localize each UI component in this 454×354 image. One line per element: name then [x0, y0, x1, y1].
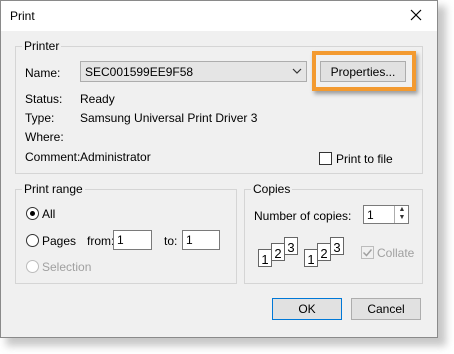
spin-up-icon[interactable]: ▲ [395, 206, 409, 214]
type-value: Samsung Universal Print Driver 3 [80, 111, 258, 125]
print-to-file-label: Print to file [336, 152, 393, 166]
checkmark-icon [362, 249, 373, 257]
printer-name-value: SEC001599EE9F58 [85, 65, 194, 79]
print-range-group-label: Print range [22, 182, 85, 196]
page-number: 1 [307, 252, 315, 267]
page-number: 3 [333, 240, 341, 255]
to-label: to: [164, 234, 178, 248]
copies-spinner[interactable]: ▲ ▼ [394, 206, 409, 223]
print-to-file-checkbox[interactable] [319, 152, 332, 165]
chevron-down-icon [292, 68, 302, 74]
print-dialog: Print Printer Name: SEC001599EE9F58 Prop… [0, 0, 438, 338]
page-number: 2 [320, 246, 328, 261]
where-label: Where: [25, 130, 64, 144]
window-title: Print [10, 9, 35, 23]
cancel-button[interactable]: Cancel [351, 298, 421, 320]
highlight-box [312, 51, 416, 91]
selection-radio[interactable] [26, 260, 39, 273]
from-value: 1 [117, 233, 124, 247]
ok-button-label: OK [298, 302, 316, 316]
selection-label: Selection [42, 260, 92, 274]
status-label: Status: [25, 92, 63, 106]
page-number: 3 [287, 240, 295, 255]
to-value: 1 [186, 233, 193, 247]
close-icon[interactable] [407, 6, 425, 24]
page-number: 2 [274, 246, 282, 261]
page-number: 1 [261, 252, 269, 267]
copies-value: 1 [367, 208, 374, 222]
printer-name-select[interactable]: SEC001599EE9F58 [80, 61, 307, 82]
title-bar: Print [1, 1, 437, 31]
all-radio[interactable] [26, 207, 39, 220]
pages-label: Pages [42, 234, 77, 248]
collate-illustration-icon: 3 2 1 3 2 1 [258, 237, 348, 273]
cancel-button-label: Cancel [367, 302, 405, 316]
pages-radio[interactable] [26, 234, 39, 247]
name-label: Name: [25, 66, 61, 80]
collate-label: Collate [377, 246, 415, 260]
to-input[interactable]: 1 [182, 230, 220, 250]
number-of-copies-label: Number of copies: [254, 209, 352, 223]
spin-down-icon[interactable]: ▼ [395, 214, 409, 222]
from-input[interactable]: 1 [113, 230, 152, 250]
type-label: Type: [25, 111, 55, 125]
printer-group-label: Printer [22, 39, 62, 53]
ok-button[interactable]: OK [272, 298, 342, 320]
copies-group-label: Copies [251, 182, 293, 196]
status-value: Ready [80, 92, 115, 106]
comment-value: Administrator [80, 150, 151, 164]
comment-label: Comment: [25, 150, 81, 164]
all-label: All [42, 207, 56, 221]
from-label: from: [87, 234, 115, 248]
collate-checkbox[interactable] [361, 246, 374, 259]
